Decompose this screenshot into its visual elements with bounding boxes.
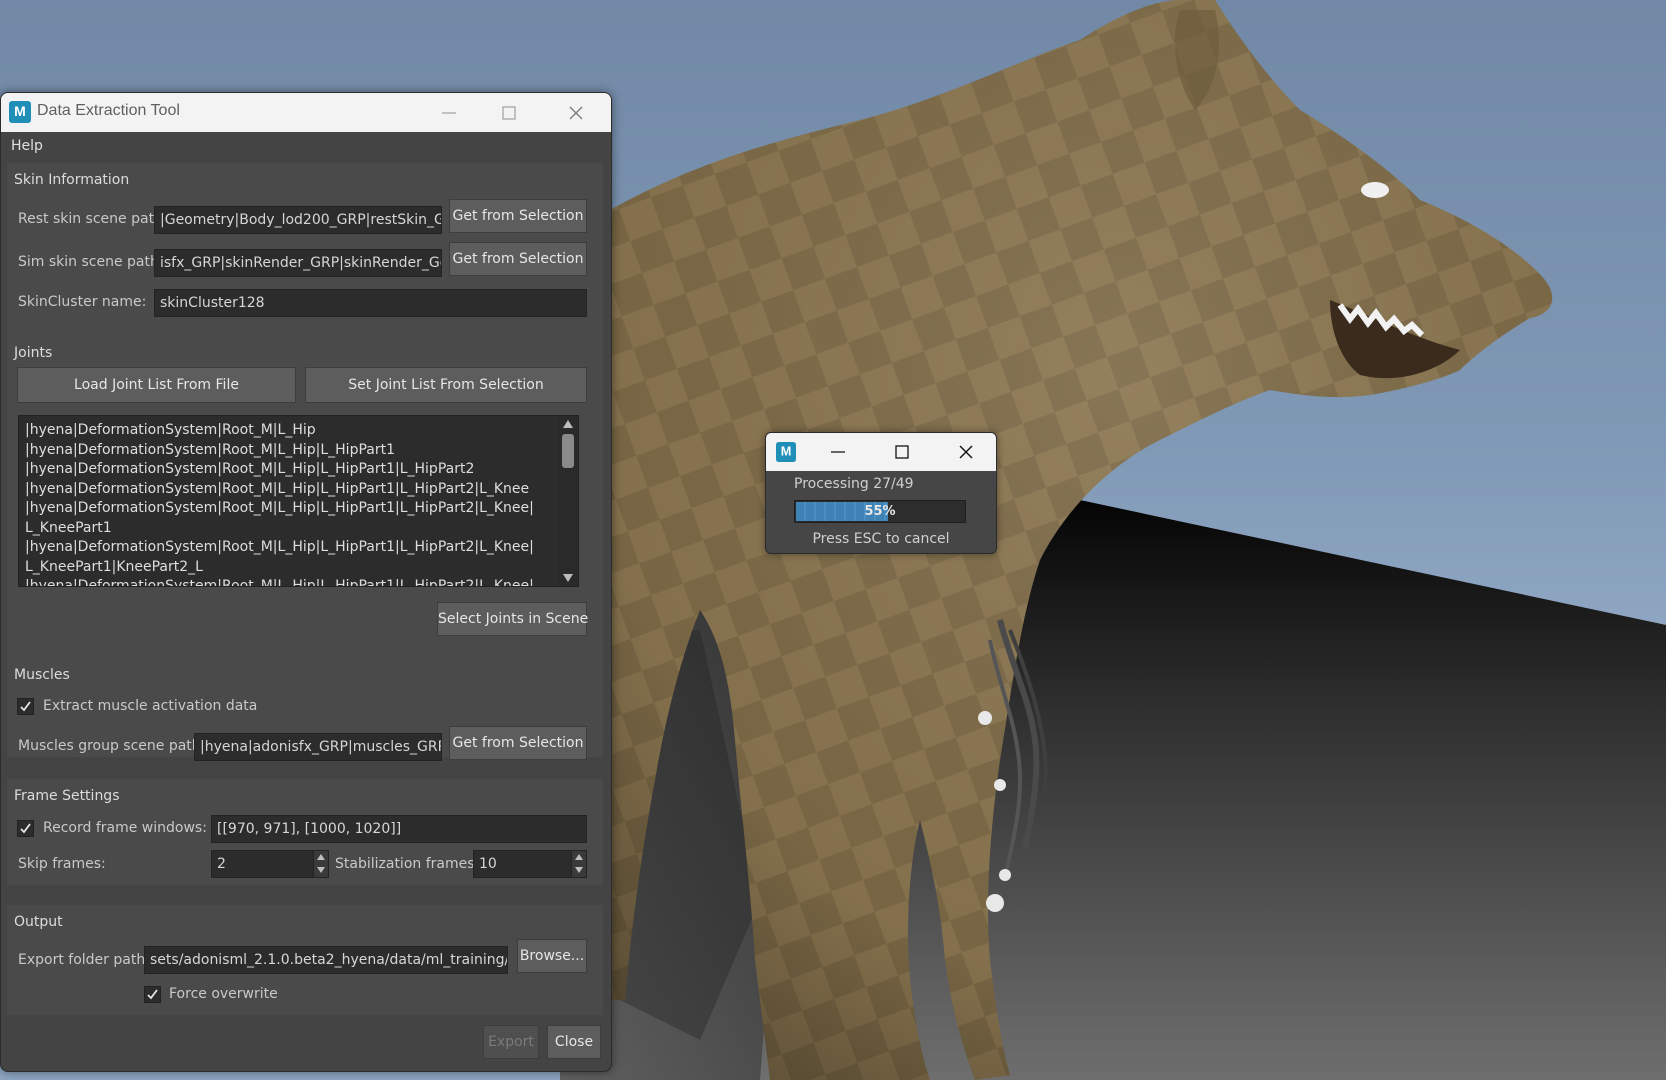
muscles-group-title: Muscles <box>14 667 70 683</box>
record-frame-windows-label: Record frame windows: <box>43 820 207 836</box>
joint-list[interactable]: |hyena|DeformationSystem|Root_M|L_Hip |h… <box>18 415 579 587</box>
list-item[interactable]: L_KneePart1|KneePart2_L <box>25 558 570 578</box>
skip-frames-stepper[interactable] <box>313 851 328 877</box>
progress-percent: 55% <box>864 504 896 519</box>
browse-button[interactable]: Browse... <box>517 939 587 973</box>
list-item[interactable]: L_KneePart1 <box>25 519 570 539</box>
export-button[interactable]: Export <box>483 1025 539 1059</box>
export-folder-path-field[interactable]: sets/adonisml_2.1.0.beta2_hyena/data/ml_… <box>144 946 508 974</box>
progress-dialog: M Processing 27/49 55% Press ESC to canc… <box>765 432 997 554</box>
force-overwrite-checkbox[interactable] <box>144 986 161 1003</box>
list-item[interactable]: |hyena|DeformationSystem|Root_M|L_Hip|L_… <box>25 538 570 558</box>
record-frame-windows-checkbox[interactable] <box>17 820 34 837</box>
cancel-hint: Press ESC to cancel <box>812 531 950 547</box>
sim-skin-get-from-selection-button[interactable]: Get from Selection <box>449 242 587 276</box>
force-overwrite-label: Force overwrite <box>169 986 278 1002</box>
export-folder-label: Export folder path: <box>18 952 150 968</box>
progress-status: Processing 27/49 <box>794 476 914 492</box>
rest-skin-path-field[interactable]: |Geometry|Body_lod200_GRP|restSkin_Geo <box>154 206 442 234</box>
extract-muscle-checkbox[interactable] <box>17 698 34 715</box>
skincluster-name-field[interactable]: skinCluster128 <box>154 289 587 317</box>
menu-help[interactable]: Help <box>11 138 43 154</box>
data-extraction-dialog: M Data Extraction Tool Help Skin Informa… <box>0 92 612 1072</box>
list-item[interactable]: |hyena|DeformationSystem|Root_M|L_Hip <box>25 421 570 441</box>
close-window-button[interactable] <box>546 93 606 132</box>
hyena-model[interactable] <box>600 0 1666 1080</box>
scroll-up-icon[interactable] <box>563 420 573 428</box>
skip-frames-value: 2 <box>217 856 226 872</box>
checkmark-icon <box>147 989 158 1000</box>
maya-icon: M <box>776 442 796 462</box>
joints-group-title: Joints <box>14 345 53 361</box>
maximize-icon <box>895 445 909 459</box>
stabilization-frames-label: Stabilization frames: <box>335 856 480 872</box>
svg-text:M: M <box>781 444 792 459</box>
list-item[interactable]: |hyena|DeformationSystem|Root_M|L_Hip|L_… <box>25 480 570 500</box>
sim-skin-label: Sim skin scene path: <box>18 254 164 270</box>
menu-bar: Help <box>1 132 611 160</box>
progress-title-bar[interactable]: M <box>766 433 996 471</box>
close-button[interactable]: Close <box>547 1025 601 1059</box>
muscles-get-from-selection-button[interactable]: Get from Selection <box>449 726 587 760</box>
list-item[interactable]: |hyena|DeformationSystem|Root_M|L_Hip|L_… <box>25 441 570 461</box>
checkmark-icon <box>20 701 31 712</box>
progress-maximize-button[interactable] <box>882 433 922 471</box>
checkmark-icon <box>20 823 31 834</box>
title-bar[interactable]: M Data Extraction Tool <box>1 93 611 132</box>
record-frame-windows-field[interactable]: [[970, 971], [1000, 1020]] <box>211 815 587 843</box>
skin-group-title: Skin Information <box>14 172 130 188</box>
output-group-title: Output <box>14 914 63 930</box>
maya-icon: M <box>9 101 31 123</box>
skip-frames-spinbox[interactable]: 2 <box>211 850 329 878</box>
progress-minimize-button[interactable] <box>818 433 858 471</box>
select-joints-in-scene-button[interactable]: Select Joints in Scene <box>437 602 588 636</box>
set-joint-list-button[interactable]: Set Joint List From Selection <box>305 367 587 403</box>
skip-frames-label: Skip frames: <box>18 856 106 872</box>
progress-close-button[interactable] <box>946 433 986 471</box>
extract-muscle-label: Extract muscle activation data <box>43 698 258 714</box>
close-icon <box>569 106 583 119</box>
minimize-button[interactable] <box>419 93 479 132</box>
sim-skin-path-field[interactable]: isfx_GRP|skinRender_GRP|skinRender_Geo <box>154 249 442 277</box>
frame-settings-group-title: Frame Settings <box>14 788 120 804</box>
progress-bar: 55% <box>794 500 966 523</box>
scrollbar-thumb[interactable] <box>562 434 574 468</box>
list-item[interactable]: |hyena|DeformationSystem|Root_M|L_Hip|L_… <box>25 499 570 519</box>
joint-list-scrollbar[interactable] <box>558 416 578 586</box>
minimize-icon <box>442 112 456 113</box>
rest-skin-label: Rest skin scene path: <box>18 211 168 227</box>
scroll-down-icon[interactable] <box>563 574 573 582</box>
minimize-icon <box>831 451 845 453</box>
skincluster-label: SkinCluster name: <box>18 294 147 310</box>
spin-up-icon[interactable] <box>317 854 325 860</box>
muscles-group-path-field[interactable]: |hyena|adonisfx_GRP|muscles_GRP <box>194 733 442 761</box>
spin-up-icon[interactable] <box>575 854 583 860</box>
rest-skin-get-from-selection-button[interactable]: Get from Selection <box>449 199 587 233</box>
maximize-icon <box>502 106 516 119</box>
muscles-path-label: Muscles group scene path: <box>18 738 206 754</box>
stabilization-frames-value: 10 <box>479 856 497 872</box>
window-title: Data Extraction Tool <box>37 102 180 119</box>
maximize-button[interactable] <box>479 93 539 132</box>
svg-text:M: M <box>14 103 26 119</box>
list-item[interactable]: |hyena|DeformationSystem|Root_M|L_Hip|L_… <box>25 577 570 586</box>
list-item[interactable]: |hyena|DeformationSystem|Root_M|L_Hip|L_… <box>25 460 570 480</box>
spin-down-icon[interactable] <box>317 867 325 873</box>
load-joint-list-button[interactable]: Load Joint List From File <box>17 367 296 403</box>
stabilization-frames-stepper[interactable] <box>571 851 586 877</box>
stabilization-frames-spinbox[interactable]: 10 <box>473 850 587 878</box>
close-icon <box>959 445 973 459</box>
spin-down-icon[interactable] <box>575 867 583 873</box>
